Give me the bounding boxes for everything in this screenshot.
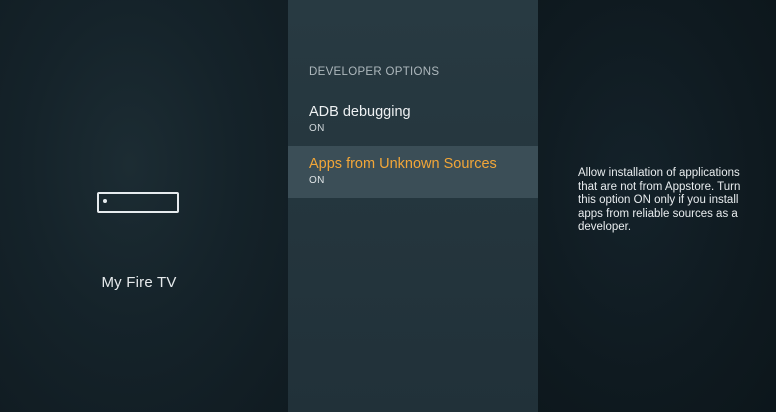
unknown-sources-option[interactable]: Apps from Unknown Sources ON	[288, 146, 538, 198]
option-description: Allow installation of applications that …	[578, 167, 741, 234]
section-header: DEVELOPER OPTIONS	[309, 66, 440, 78]
option-title: Apps from Unknown Sources	[309, 156, 497, 172]
option-status: ON	[309, 123, 325, 134]
developer-options-menu: DEVELOPER OPTIONS ADB debugging ON Apps …	[288, 0, 538, 412]
option-title: ADB debugging	[309, 104, 411, 120]
option-status: ON	[309, 175, 325, 186]
device-pane: My Fire TV	[0, 0, 288, 412]
fire-tv-device-icon	[97, 192, 179, 213]
description-pane: Allow installation of applications that …	[538, 0, 776, 412]
device-label: My Fire TV	[101, 274, 177, 291]
fire-tv-settings-screen: My Fire TV DEVELOPER OPTIONS ADB debuggi…	[0, 0, 776, 412]
adb-debugging-option[interactable]: ADB debugging ON	[288, 94, 538, 146]
device-led-icon	[103, 199, 107, 203]
